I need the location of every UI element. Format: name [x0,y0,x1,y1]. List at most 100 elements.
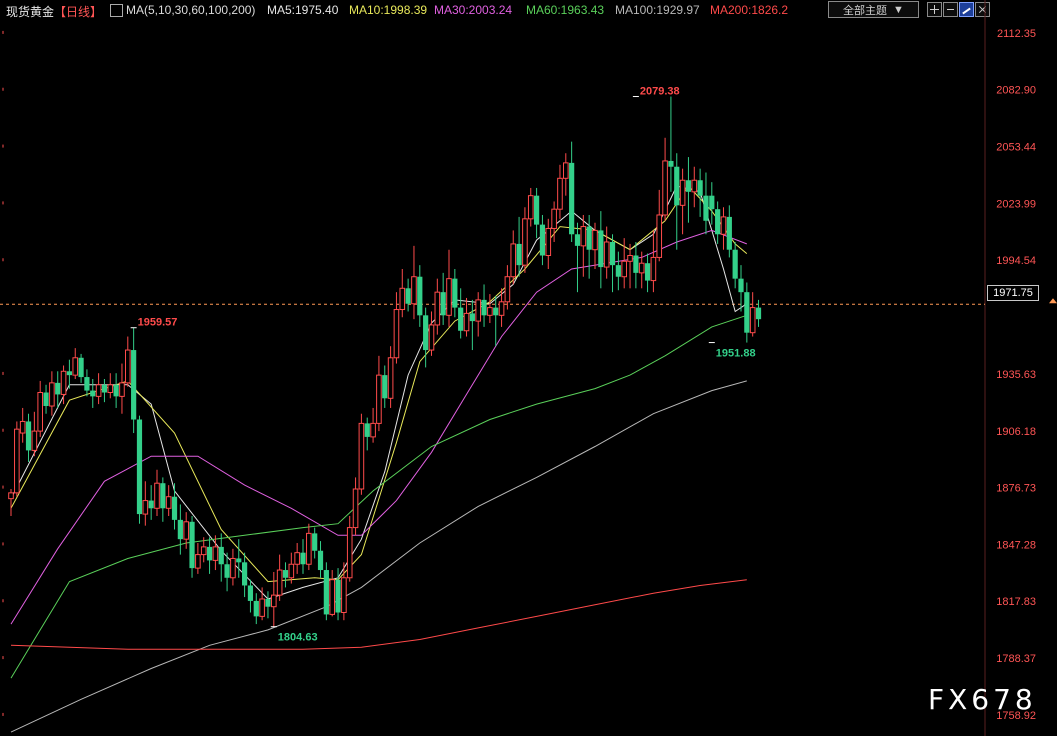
candle-body [586,226,592,250]
candle-body [25,421,32,451]
left-tick-mark [2,485,4,489]
candle-body [691,179,698,193]
candle-body [14,428,20,494]
candle-body [534,195,540,225]
candle-body [154,482,160,509]
candle-body [475,299,481,322]
candle-body [580,226,587,247]
candle-body [627,254,633,262]
candle-down [90,379,96,408]
candle-body [428,324,435,351]
candle-body [387,357,394,399]
candle-up [346,516,353,582]
candle-down [644,253,651,293]
candle-up [434,278,441,335]
candle-down [609,234,616,293]
candle-up [563,153,569,196]
candle-body [493,307,499,316]
candle-up [557,164,563,219]
candle-up [411,245,417,320]
candle-body [78,357,84,378]
candle-up [399,269,406,318]
candle-body [679,179,686,206]
candle-body [697,180,703,196]
candle-down [417,265,423,327]
candle-body [300,552,306,565]
y-tick-label: 2112.35 [997,28,1036,40]
candle-body [609,241,616,266]
candle-up [288,552,295,584]
candle-body [720,216,727,235]
y-tick-label: 1876.73 [996,483,1036,495]
candle-body [715,209,721,235]
y-tick-label: 1847.28 [996,539,1036,551]
candle-up [329,570,335,617]
candle-up [19,407,26,443]
candle-body [358,422,365,490]
candle-body [417,276,423,316]
low-annotation: 1951.88 [716,348,756,360]
candle-body [177,519,183,540]
candle-down [242,552,248,598]
candle-body [551,208,557,229]
candle-down [493,296,499,347]
candle-up [125,336,131,387]
candle-up [387,346,394,408]
y-tick-label: 2023.99 [996,198,1036,210]
candle-up [95,373,102,405]
candle-body [171,496,178,520]
candle-body [749,307,756,334]
candle-up [522,207,528,273]
candle-body [323,570,329,615]
candle-body [592,229,598,251]
candle-body [60,370,67,395]
candle-up [393,292,400,364]
left-tick-mark [2,542,4,546]
candle-body [165,496,172,509]
candle-body [142,500,149,515]
candle-body [119,382,125,397]
candle-up [603,226,610,279]
candle-down [732,241,738,289]
candle-body [341,577,347,613]
candle-body [382,375,388,399]
candle-body [72,357,79,376]
candle-up [119,363,125,414]
candle-up [271,571,277,627]
candle-body [685,180,692,192]
candle-body [638,262,645,274]
candle-up [498,288,505,327]
candle-up [142,481,149,526]
candle-body [43,392,49,407]
candle-down [101,379,108,403]
candle-down [148,485,154,520]
candle-body [633,255,639,273]
candle-body [452,278,458,308]
high-annotation: 2079.38 [640,86,680,98]
candle-up [14,421,20,497]
candle-down [726,205,732,258]
candle-up [662,137,668,221]
candle-body [726,216,732,250]
ma200-line [10,579,747,650]
candlestick-chart[interactable]: 2112.35 2082.90 2053.44 2023.99 1994.54 1935.… [0,0,1057,736]
candle-body [557,177,563,210]
candle-down [25,413,32,462]
candle-body [732,249,738,279]
candle-body [107,384,114,394]
candle-down [452,269,458,318]
candle-down [423,307,429,368]
candle-up [691,166,698,208]
candle-body [423,315,429,351]
candle-down [300,539,306,574]
candle-down [131,327,137,434]
candle-body [656,214,663,258]
candle-down [697,168,703,217]
y-tick-label: 2053.44 [996,142,1036,154]
candle-up [107,373,114,399]
candle-down [282,562,289,588]
y-tick-label: 1906.18 [996,426,1036,438]
candle-body [113,384,119,397]
candle-body [504,276,511,303]
candle-body [662,160,668,216]
